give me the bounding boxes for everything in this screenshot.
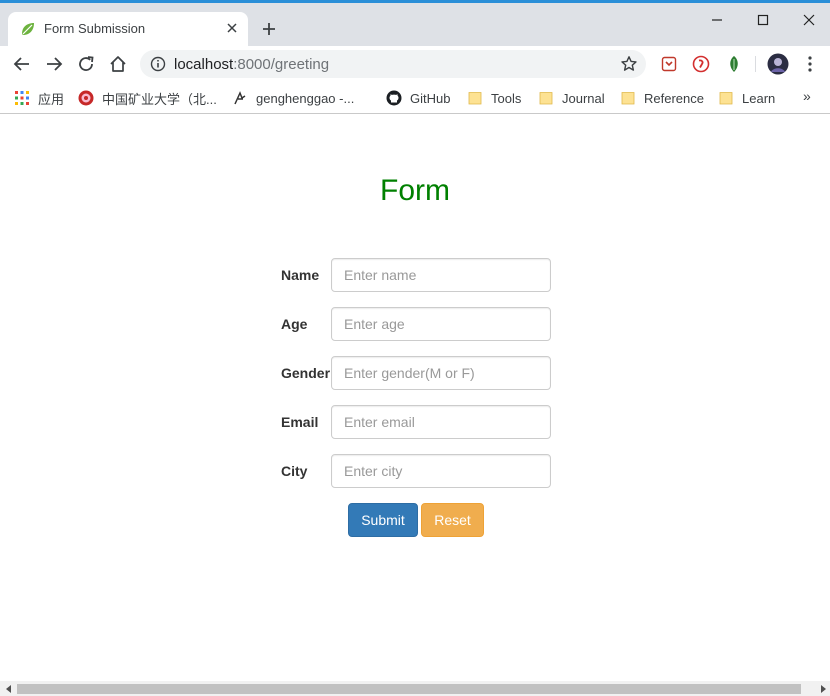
reload-icon[interactable] [73,51,99,77]
scroll-left-arrow-icon[interactable] [1,681,16,696]
bookmark-label: GitHub [410,90,451,106]
university-icon [78,90,94,106]
form-row-name: Name [281,258,551,292]
toolbar-separator [755,56,756,72]
browser-tab[interactable]: Form Submission [8,12,248,46]
form-row-gender: Gender [281,356,551,390]
pocket-extension-icon[interactable] [659,54,679,74]
site-info-icon[interactable] [150,56,166,72]
page-content: Form Name Age Gender Email City Submit R… [0,115,830,681]
more-menu-icon[interactable] [800,54,820,74]
new-tab-icon[interactable] [258,18,280,40]
email-label: Email [281,414,319,430]
bookmark-label: 中国矿业大学（北... [102,91,217,107]
url-text: localhost:8000/greeting [174,56,329,73]
city-label: City [281,463,308,479]
minimize-icon[interactable] [694,6,740,34]
forward-arrow-icon[interactable] [41,51,67,77]
green-leaf-extension-icon[interactable] [724,54,744,74]
back-arrow-icon[interactable] [9,51,35,77]
profile-avatar[interactable] [767,53,789,75]
email-input[interactable] [331,405,551,439]
folder-icon [539,92,553,105]
profile-icon [234,91,246,105]
bookmark-label: 应用 [38,91,65,107]
age-input[interactable] [331,307,551,341]
bookmark-folder-journal[interactable]: Journal [538,88,605,108]
folder-icon [719,92,733,105]
more-bookmarks-chevron-icon[interactable]: » [803,88,811,104]
bookmarks-bar: 应用 中国矿业大学（北... genghenggao -... GitHub T… [0,82,830,114]
bookmark-folder-tools[interactable]: Tools [467,88,521,108]
github-icon [386,90,402,106]
submit-button[interactable]: Submit [348,503,418,537]
gender-label: Gender [281,365,331,381]
bookmark-star-icon[interactable] [620,55,638,73]
name-label: Name [281,267,320,283]
bookmark-label: Reference [644,90,704,106]
bookmark-folder-reference[interactable]: Reference [620,88,704,108]
bookmark-apps[interactable]: 应用 [14,88,64,108]
url-path: :8000/greeting [233,56,330,73]
red-circle-extension-icon[interactable] [691,54,711,74]
form-row-email: Email [281,405,551,439]
tab-title: Form Submission [44,21,146,36]
close-window-icon[interactable] [786,6,830,34]
address-bar[interactable]: localhost:8000/greeting [140,50,646,78]
folder-icon [468,92,482,105]
bookmark-github[interactable]: GitHub [386,88,450,108]
reset-button[interactable]: Reset [421,503,484,537]
bookmark-label: Learn [742,90,776,106]
age-label: Age [281,316,308,332]
folder-icon [621,92,635,105]
spring-leaf-icon [22,23,34,35]
browser-toolbar: localhost:8000/greeting [0,46,830,82]
maximize-icon[interactable] [740,6,786,34]
bookmark-label: Tools [491,90,522,106]
home-icon[interactable] [105,51,131,77]
url-host: localhost [174,56,234,73]
bookmark-label: genghenggao -... [256,90,355,106]
scroll-right-arrow-icon[interactable] [815,681,830,696]
bookmark-genghenggao[interactable]: genghenggao -... [232,88,354,108]
scrollbar-thumb[interactable] [17,684,801,694]
name-input[interactable] [331,258,551,292]
apps-grid-icon [15,91,29,105]
bookmark-label: Journal [562,90,605,106]
bookmark-folder-learn[interactable]: Learn [718,88,775,108]
page-title: Form [380,174,450,207]
gender-input[interactable] [331,356,551,390]
city-input[interactable] [331,454,551,488]
form-row-city: City [281,454,551,488]
horizontal-scrollbar[interactable] [0,681,830,696]
tab-strip: Form Submission [0,3,830,46]
tab-close-icon[interactable] [224,20,240,36]
form-row-age: Age [281,307,551,341]
bookmark-university[interactable]: 中国矿业大学（北... [78,88,217,108]
